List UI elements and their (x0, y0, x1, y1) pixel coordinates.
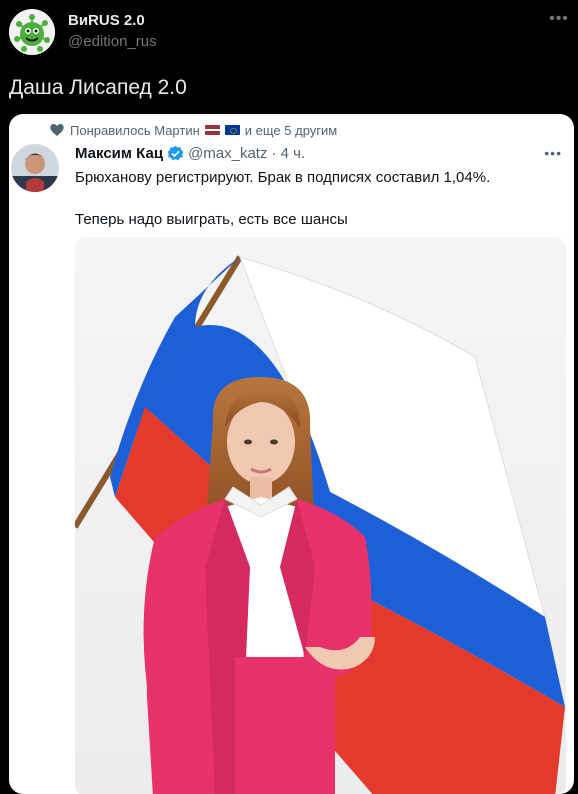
woman-with-russian-flag-photo (75, 237, 566, 794)
liked-by-row[interactable]: Понравилось Мартин и еще 5 другим (49, 122, 337, 138)
heart-icon (50, 124, 64, 136)
liked-by-prefix: Понравилось Мартин (70, 122, 200, 138)
author-handle[interactable]: @edition_rus (68, 33, 157, 50)
quoted-author-avatar[interactable] (11, 144, 59, 192)
more-icon: ••• (544, 145, 562, 161)
verified-badge-icon (167, 145, 184, 161)
tweet-header: ВиRUS 2.0 @edition_rus ••• (0, 0, 578, 70)
latvia-flag-icon (204, 125, 220, 135)
quoted-author-row: Максим Кац @max_katz · 4 ч. (75, 145, 305, 162)
author-name[interactable]: ВиRUS 2.0 (68, 12, 145, 29)
tweet-text: Даша Лисапед 2.0 (9, 76, 187, 99)
quoted-more-button[interactable]: ••• (544, 145, 562, 161)
quoted-text-line2: Теперь надо выиграть, есть все шансы (75, 211, 348, 228)
more-options-button[interactable]: ••• (548, 8, 570, 30)
person-photo-icon (11, 144, 59, 192)
quoted-text-line1: Брюханову регистрируют. Брак в подписях … (75, 169, 491, 186)
eu-flag-icon (224, 125, 240, 135)
liked-by-suffix: и еще 5 другим (244, 122, 338, 138)
more-icon: ••• (549, 10, 569, 27)
quoted-author-name[interactable]: Максим Кац (75, 145, 163, 162)
quoted-time[interactable]: · 4 ч. (271, 145, 305, 162)
quoted-photo[interactable] (75, 237, 566, 794)
author-avatar[interactable] (9, 9, 55, 55)
quoted-tweet[interactable]: Понравилось Мартин и еще 5 другим Максим… (9, 114, 574, 794)
virus-mascot-icon (9, 9, 55, 55)
quoted-author-handle[interactable]: @max_katz (188, 145, 267, 162)
